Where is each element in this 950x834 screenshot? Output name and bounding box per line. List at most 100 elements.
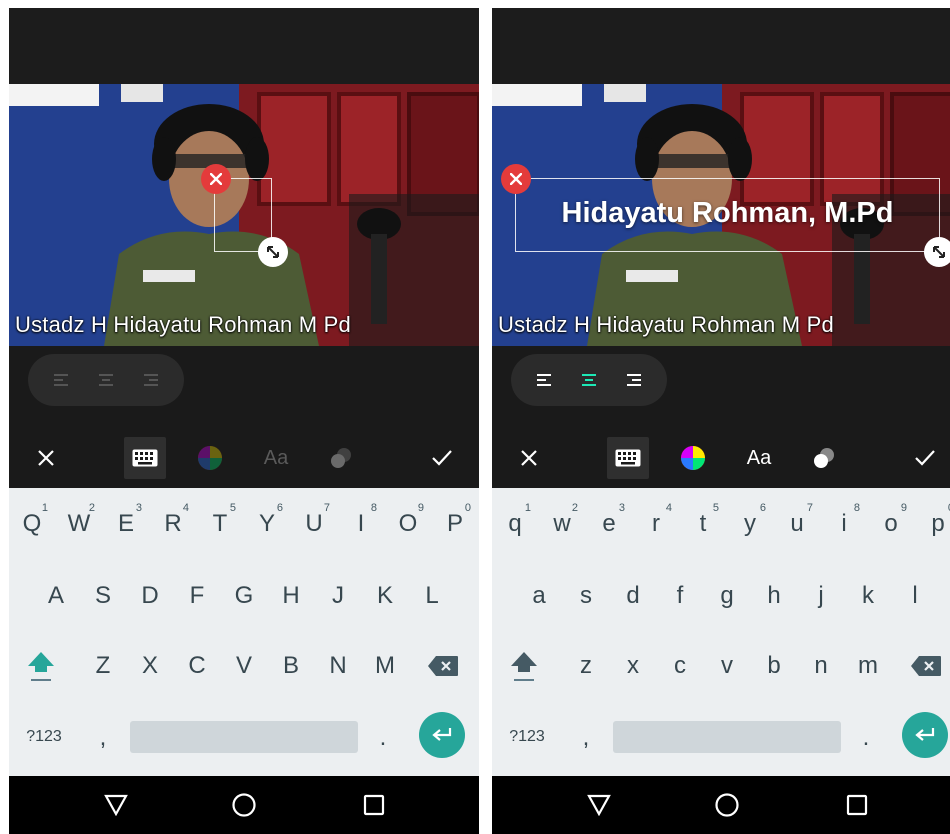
key-i[interactable]: I8: [341, 498, 381, 550]
key-z[interactable]: Z: [83, 640, 123, 692]
period-key[interactable]: .: [363, 712, 403, 764]
key-a[interactable]: A: [36, 570, 76, 622]
key-q[interactable]: Q1: [12, 498, 52, 550]
key-y[interactable]: Y6: [247, 498, 287, 550]
key-h[interactable]: h: [754, 570, 794, 622]
key-e[interactable]: e3: [589, 498, 629, 550]
shift-key[interactable]: [21, 640, 61, 692]
key-a[interactable]: a: [519, 570, 559, 622]
key-d[interactable]: D: [130, 570, 170, 622]
key-i[interactable]: i8: [824, 498, 864, 550]
recents-button[interactable]: [359, 790, 389, 820]
align-center-button[interactable]: [574, 365, 604, 395]
key-v[interactable]: v: [707, 640, 747, 692]
recents-icon: [846, 794, 868, 816]
color-button[interactable]: [189, 437, 231, 479]
recents-button[interactable]: [842, 790, 872, 820]
enter-key[interactable]: [419, 712, 465, 758]
key-c[interactable]: C: [177, 640, 217, 692]
key-r[interactable]: R4: [153, 498, 193, 550]
key-f[interactable]: f: [660, 570, 700, 622]
key-m[interactable]: M: [365, 640, 405, 692]
key-w[interactable]: W2: [59, 498, 99, 550]
key-l[interactable]: l: [895, 570, 935, 622]
key-u[interactable]: U7: [294, 498, 334, 550]
key-g[interactable]: g: [707, 570, 747, 622]
key-n[interactable]: N: [318, 640, 358, 692]
key-l[interactable]: L: [412, 570, 452, 622]
delete-text-button[interactable]: [501, 164, 531, 194]
space-bar[interactable]: [613, 721, 841, 753]
space-bar[interactable]: [130, 721, 358, 753]
back-button[interactable]: [101, 790, 131, 820]
editor-panel: Aa: [9, 346, 479, 488]
backspace-key[interactable]: [423, 640, 463, 692]
shift-key[interactable]: [504, 640, 544, 692]
home-button[interactable]: [712, 790, 742, 820]
opacity-button[interactable]: [803, 437, 845, 479]
confirm-button[interactable]: [904, 437, 946, 479]
keyboard-icon: [615, 449, 641, 467]
align-right-button[interactable]: [619, 365, 649, 395]
key-r[interactable]: r4: [636, 498, 676, 550]
key-e[interactable]: E3: [106, 498, 146, 550]
confirm-button[interactable]: [421, 437, 463, 479]
keyboard-button[interactable]: [124, 437, 166, 479]
video-preview[interactable]: Ustadz H Hidayatu Rohman M Pd Hidayatu R…: [492, 84, 950, 346]
symbols-key[interactable]: ?123: [15, 711, 73, 763]
key-t[interactable]: T5: [200, 498, 240, 550]
align-center-button[interactable]: [91, 365, 121, 395]
enter-key[interactable]: [902, 712, 948, 758]
key-b[interactable]: B: [271, 640, 311, 692]
key-c[interactable]: c: [660, 640, 700, 692]
key-q[interactable]: q1: [495, 498, 535, 550]
key-f[interactable]: F: [177, 570, 217, 622]
align-left-button[interactable]: [46, 365, 76, 395]
backspace-key[interactable]: [906, 640, 946, 692]
key-p[interactable]: P0: [435, 498, 475, 550]
key-j[interactable]: j: [801, 570, 841, 622]
key-x[interactable]: x: [613, 640, 653, 692]
home-button[interactable]: [229, 790, 259, 820]
video-preview[interactable]: Ustadz H Hidayatu Rohman M Pd: [9, 84, 479, 346]
opacity-button[interactable]: [320, 437, 362, 479]
key-d[interactable]: d: [613, 570, 653, 622]
key-o[interactable]: o9: [871, 498, 911, 550]
period-key[interactable]: .: [846, 712, 886, 764]
key-u[interactable]: u7: [777, 498, 817, 550]
key-j[interactable]: J: [318, 570, 358, 622]
comma-key[interactable]: ,: [83, 712, 123, 764]
key-k[interactable]: K: [365, 570, 405, 622]
key-k[interactable]: k: [848, 570, 888, 622]
comma-key[interactable]: ,: [566, 712, 606, 764]
key-p[interactable]: p0: [918, 498, 950, 550]
text-overlay-box[interactable]: Hidayatu Rohman, M.Pd: [515, 178, 940, 252]
delete-text-button[interactable]: [201, 164, 231, 194]
key-m[interactable]: m: [848, 640, 888, 692]
font-button[interactable]: Aa: [255, 437, 297, 479]
resize-text-button[interactable]: [258, 237, 288, 267]
key-g[interactable]: G: [224, 570, 264, 622]
key-b[interactable]: b: [754, 640, 794, 692]
close-button[interactable]: [508, 437, 550, 479]
key-s[interactable]: S: [83, 570, 123, 622]
close-button[interactable]: [25, 437, 67, 479]
color-button[interactable]: [672, 437, 714, 479]
key-h[interactable]: H: [271, 570, 311, 622]
back-button[interactable]: [584, 790, 614, 820]
align-left-button[interactable]: [529, 365, 559, 395]
resize-text-button[interactable]: [924, 237, 950, 267]
key-s[interactable]: s: [566, 570, 606, 622]
font-button[interactable]: Aa: [738, 437, 780, 479]
key-o[interactable]: O9: [388, 498, 428, 550]
key-n[interactable]: n: [801, 640, 841, 692]
key-t[interactable]: t5: [683, 498, 723, 550]
key-y[interactable]: y6: [730, 498, 770, 550]
key-x[interactable]: X: [130, 640, 170, 692]
align-right-button[interactable]: [136, 365, 166, 395]
keyboard-button[interactable]: [607, 437, 649, 479]
key-z[interactable]: z: [566, 640, 606, 692]
symbols-key[interactable]: ?123: [498, 711, 556, 763]
key-w[interactable]: w2: [542, 498, 582, 550]
key-v[interactable]: V: [224, 640, 264, 692]
